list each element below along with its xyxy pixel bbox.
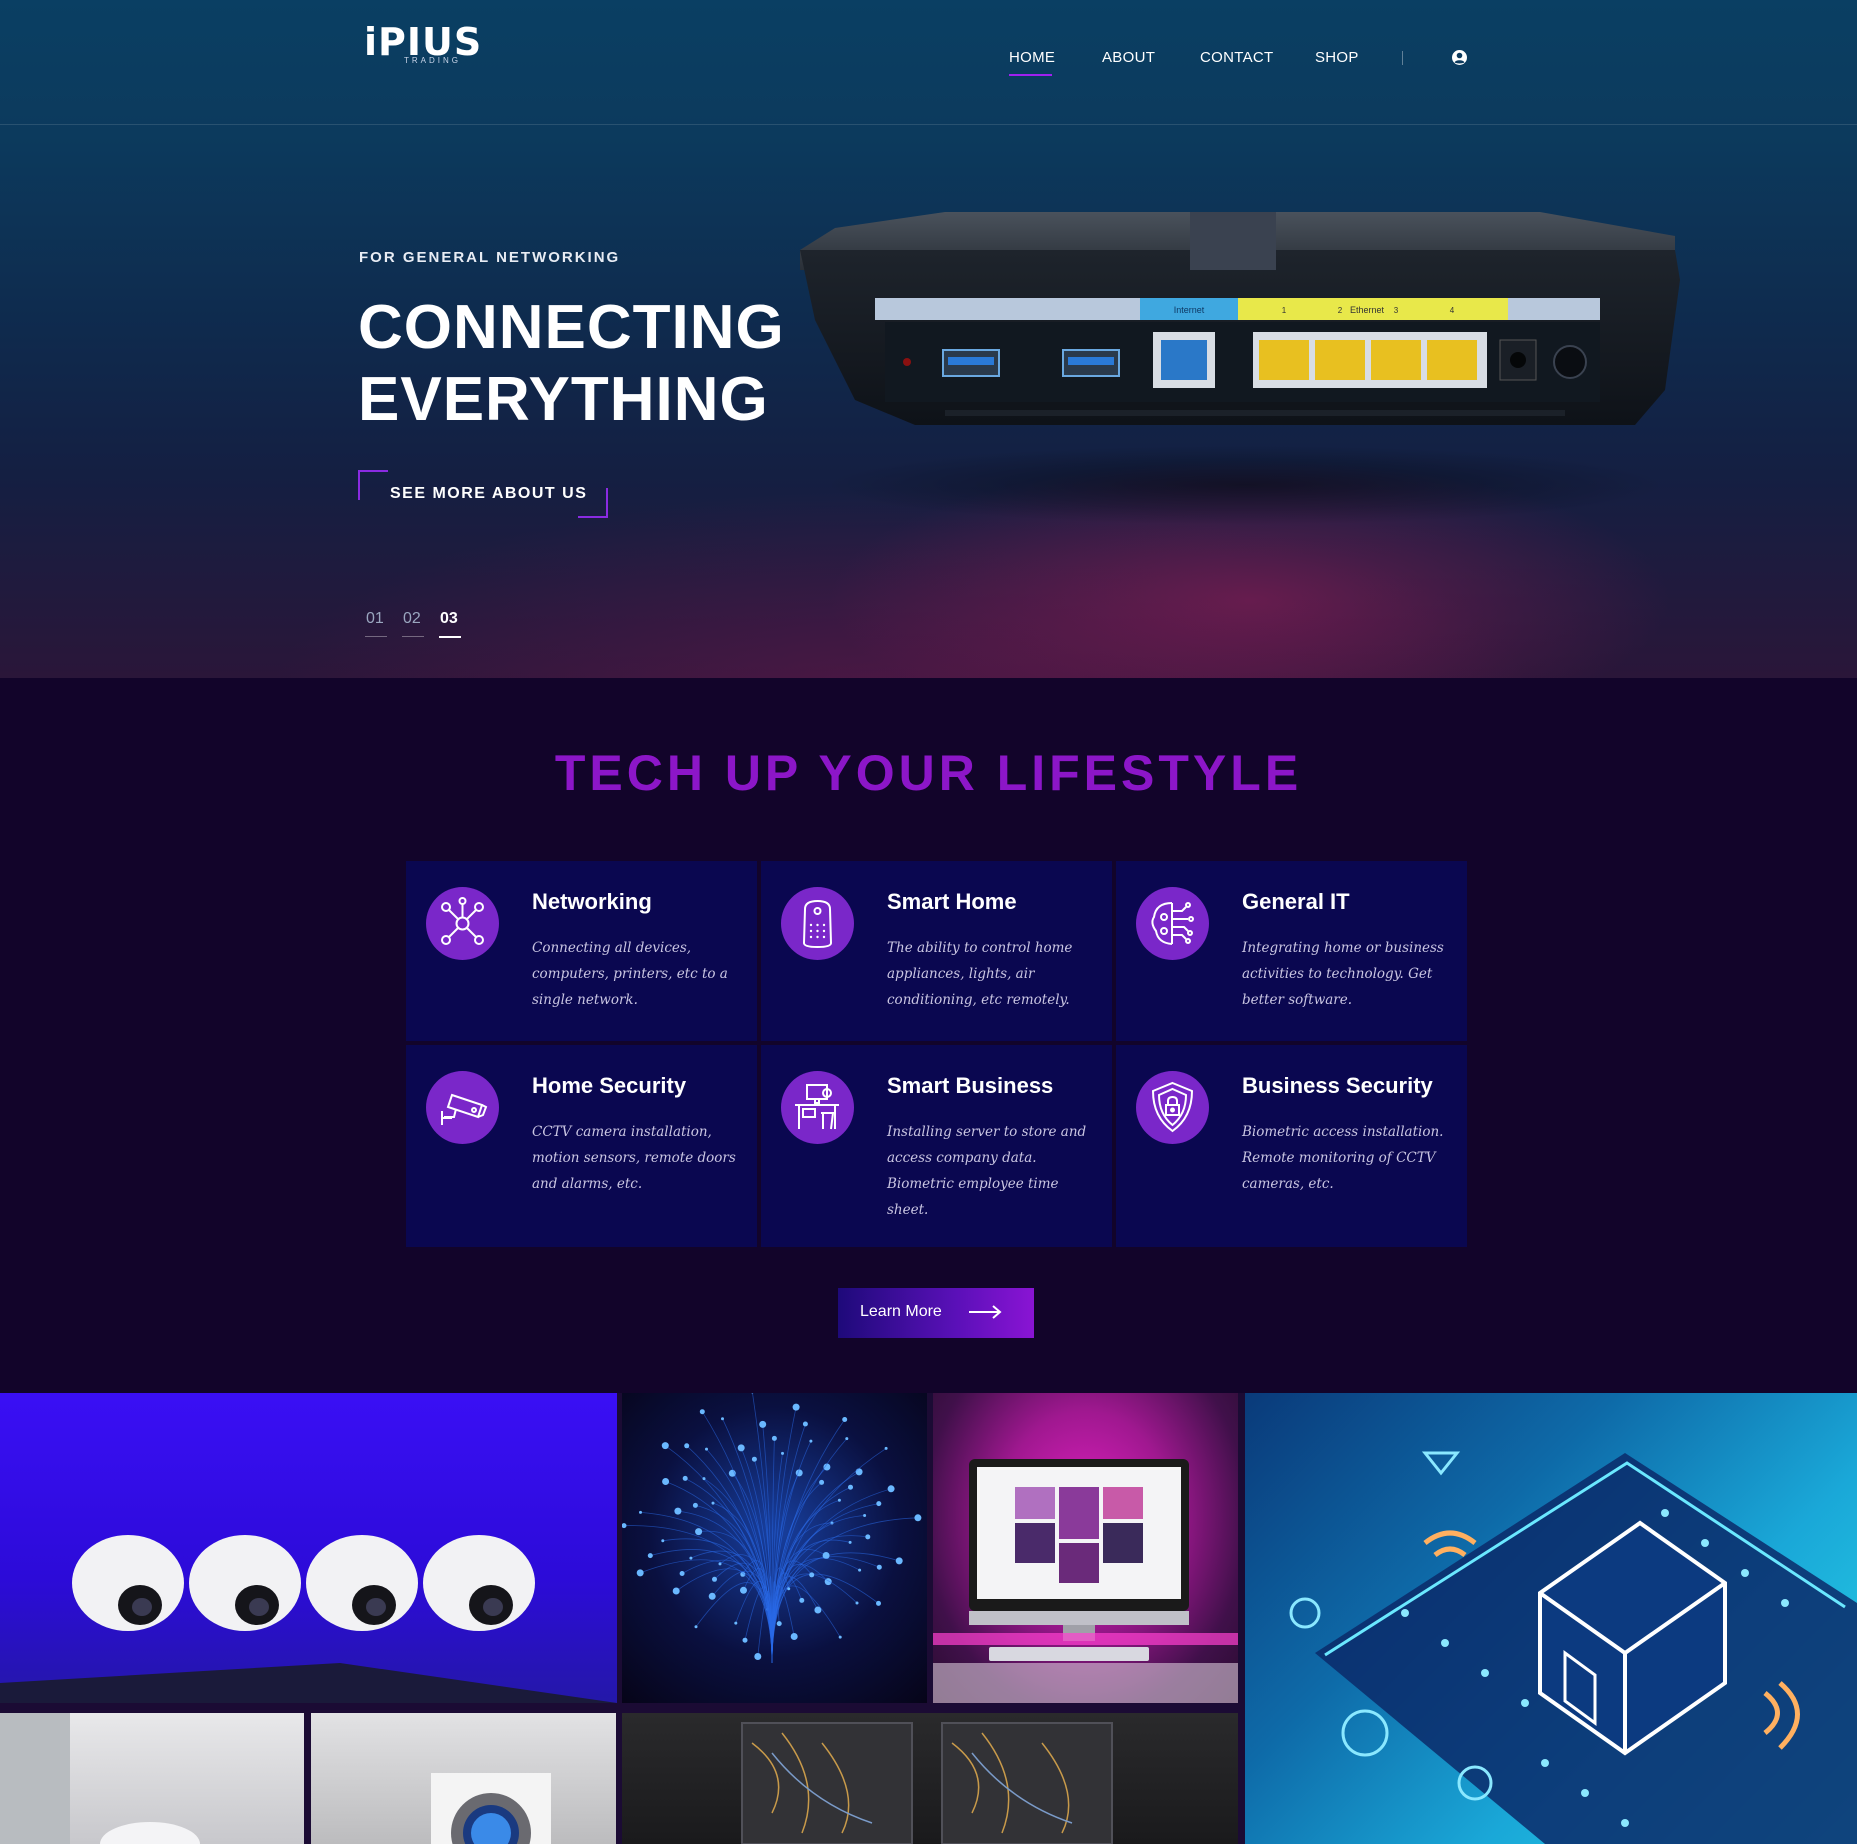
nav-active-indicator bbox=[1009, 74, 1052, 76]
gallery-section bbox=[0, 1393, 1857, 1844]
feature-card-home-security[interactable]: Home Security CCTV camera installation, … bbox=[406, 1045, 757, 1247]
card-description: Connecting all devices, computers, print… bbox=[532, 940, 728, 1008]
user-circle-icon[interactable] bbox=[1451, 49, 1468, 66]
card-description: The ability to control home appliances, … bbox=[887, 940, 1073, 1008]
learn-more-button[interactable]: Learn More bbox=[838, 1288, 1034, 1338]
arrow-right-icon bbox=[969, 1305, 1002, 1319]
card-title: General IT bbox=[1242, 889, 1350, 914]
smart-speaker-icon bbox=[781, 887, 854, 960]
smart-speaker-image[interactable] bbox=[0, 1713, 304, 1844]
feature-card-smart-home[interactable]: Smart Home The ability to control home a… bbox=[761, 861, 1112, 1041]
slide-indicator-3[interactable]: 03 bbox=[440, 610, 458, 628]
router-internet-label: Internet bbox=[1174, 305, 1205, 315]
slide-indicator-2[interactable]: 02 bbox=[403, 610, 421, 628]
nav-home[interactable]: HOME bbox=[1009, 49, 1055, 66]
card-title: Smart Home bbox=[887, 889, 1017, 914]
desktop-computer-image[interactable] bbox=[933, 1393, 1238, 1703]
router-port-3: 3 bbox=[1394, 306, 1399, 315]
nav-about[interactable]: ABOUT bbox=[1102, 49, 1155, 66]
card-title: Business Security bbox=[1242, 1073, 1433, 1098]
hero-section: iPIUS TRADING HOME ABOUT CONTACT SHOP FO… bbox=[0, 0, 1857, 678]
slide-line-1 bbox=[365, 636, 387, 637]
router-port-1: 1 bbox=[1282, 306, 1287, 315]
card-title: Home Security bbox=[532, 1073, 687, 1098]
router-ethernet-label: Ethernet bbox=[1350, 305, 1385, 315]
smart-home-image[interactable] bbox=[1245, 1393, 1857, 1844]
feature-card-networking[interactable]: Networking Connecting all devices, compu… bbox=[406, 861, 757, 1041]
office-desk-icon bbox=[781, 1071, 854, 1144]
feature-card-business-security[interactable]: Business Security Biometric access insta… bbox=[1116, 1045, 1467, 1247]
network-nodes-icon bbox=[426, 887, 499, 960]
card-description: CCTV camera installation, motion sensors… bbox=[532, 1124, 736, 1192]
slide-line-2 bbox=[402, 636, 424, 637]
shield-lock-icon bbox=[1136, 1071, 1209, 1144]
logo-subtitle: TRADING bbox=[404, 56, 461, 65]
slide-indicator-1[interactable]: 01 bbox=[366, 610, 384, 628]
card-title: Smart Business bbox=[887, 1073, 1054, 1098]
cta-corner-top-left bbox=[358, 470, 388, 500]
hero-headline: CONNECTING EVERYTHING bbox=[358, 292, 785, 436]
card-description: Biometric access installation. Remote mo… bbox=[1242, 1124, 1444, 1192]
see-more-button[interactable]: SEE MORE ABOUT US bbox=[358, 470, 608, 518]
nav-contact[interactable]: CONTACT bbox=[1200, 49, 1273, 66]
learn-more-label: Learn More bbox=[860, 1303, 942, 1320]
site-logo[interactable]: iPIUS TRADING bbox=[364, 20, 481, 68]
nav-shop[interactable]: SHOP bbox=[1315, 49, 1359, 66]
card-description: Integrating home or business activities … bbox=[1242, 940, 1444, 1008]
hero-eyebrow: FOR GENERAL NETWORKING bbox=[359, 249, 621, 266]
features-section: TECH UP YOUR LIFESTYLE Networking Connec… bbox=[0, 678, 1857, 1393]
hero-headline-line1: CONNECTING bbox=[358, 293, 785, 362]
feature-card-general-it[interactable]: General IT Integrating home or business … bbox=[1116, 861, 1467, 1041]
router-image: Internet Ethernet 1 2 3 4 bbox=[800, 212, 1680, 525]
thermostat-image[interactable] bbox=[311, 1713, 616, 1844]
server-rack-image[interactable] bbox=[622, 1713, 1238, 1844]
hero-headline-line2: EVERYTHING bbox=[358, 365, 769, 434]
router-port-4: 4 bbox=[1450, 306, 1455, 315]
section-title: TECH UP YOUR LIFESTYLE bbox=[554, 745, 1303, 801]
top-navbar: iPIUS TRADING HOME ABOUT CONTACT SHOP bbox=[0, 0, 1857, 125]
nav-divider bbox=[1402, 51, 1403, 65]
card-title: Networking bbox=[532, 889, 652, 914]
see-more-label: SEE MORE ABOUT US bbox=[390, 485, 588, 502]
fiber-optics-image[interactable] bbox=[622, 1393, 927, 1703]
card-description: Installing server to store and access co… bbox=[887, 1124, 1087, 1218]
slide-line-3-active bbox=[439, 636, 461, 638]
feature-card-smart-business[interactable]: Smart Business Installing server to stor… bbox=[761, 1045, 1112, 1247]
cctv-camera-icon bbox=[426, 1071, 499, 1144]
router-port-2: 2 bbox=[1338, 306, 1343, 315]
circuit-brain-icon bbox=[1136, 887, 1209, 960]
cctv-cameras-image[interactable] bbox=[0, 1393, 617, 1703]
